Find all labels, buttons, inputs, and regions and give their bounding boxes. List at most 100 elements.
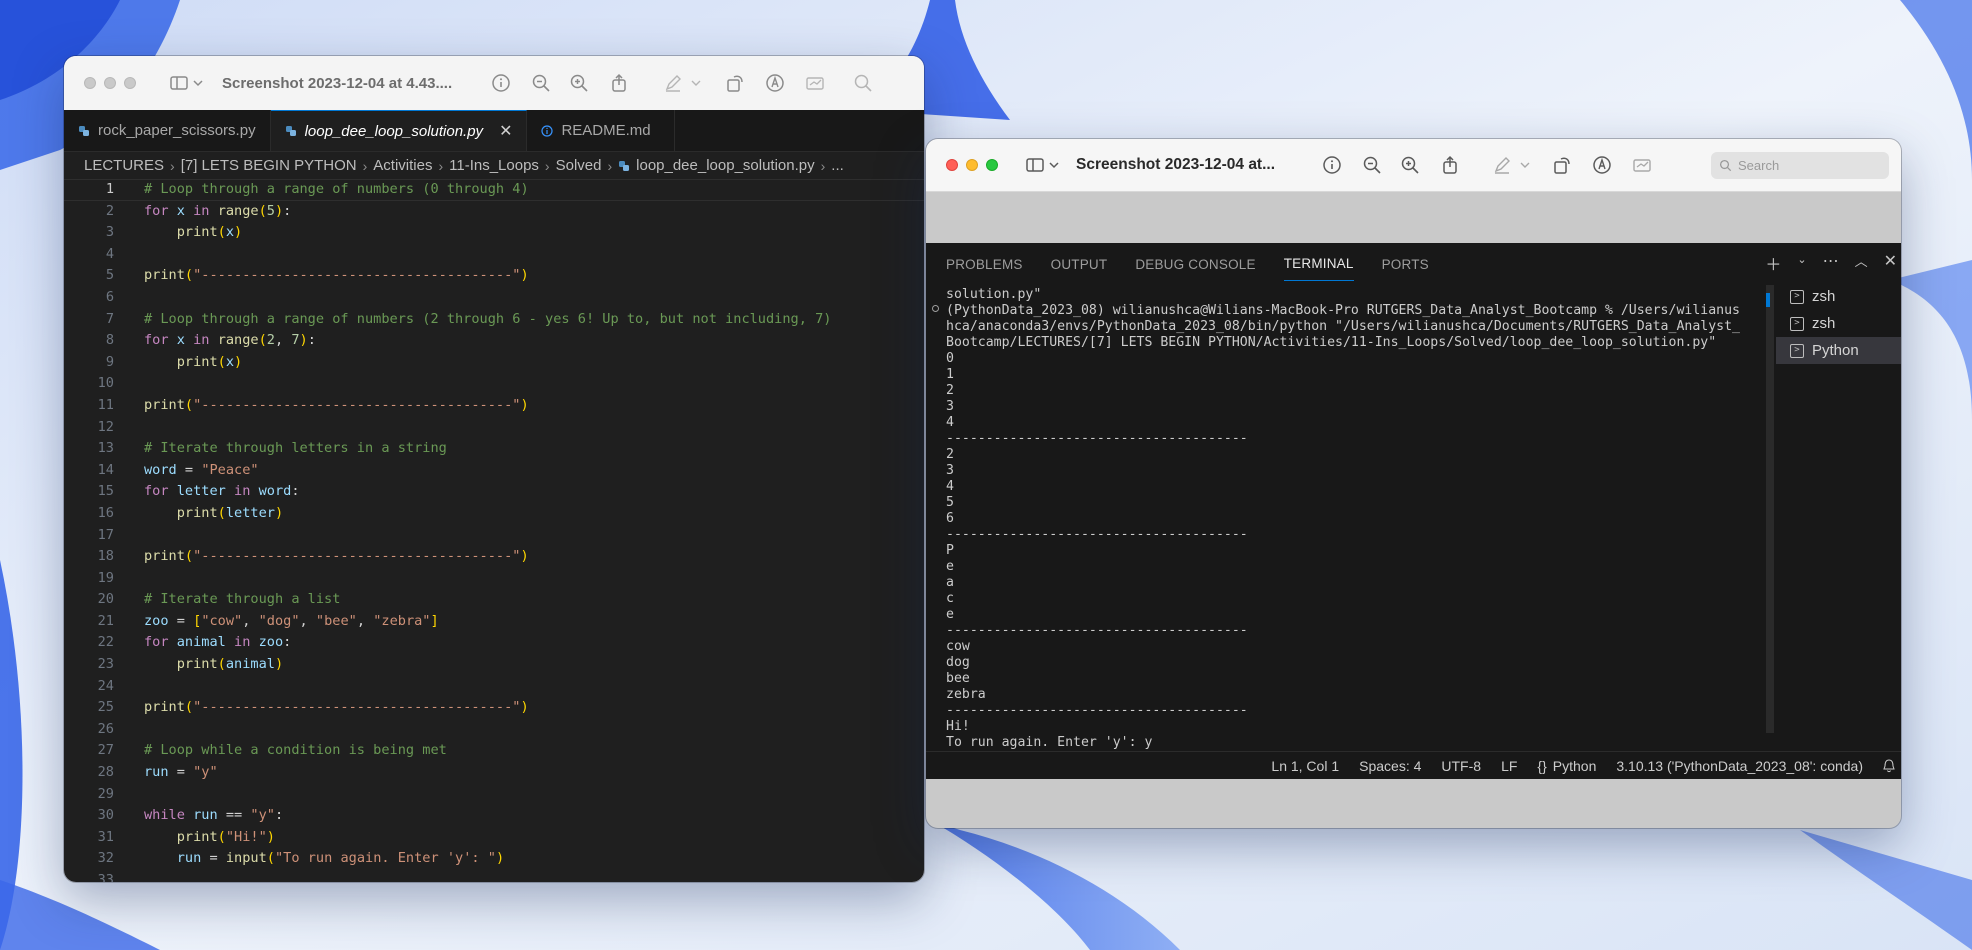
- code-line[interactable]: 14 word = "Peace": [64, 460, 924, 482]
- code-line[interactable]: 28 run = "y": [64, 762, 924, 784]
- breadcrumb-item[interactable]: Solved: [556, 157, 602, 174]
- more-icon[interactable]: ⋯: [1823, 251, 1839, 275]
- code-line[interactable]: 25 print("-------------------------------…: [64, 697, 924, 719]
- signature-icon[interactable]: [1631, 154, 1653, 176]
- code-line[interactable]: 22 for animal in zoo:: [64, 632, 924, 654]
- code-line[interactable]: 31 print("Hi!"): [64, 827, 924, 849]
- terminal-item-zsh[interactable]: > zsh: [1776, 310, 1901, 337]
- status-language[interactable]: {} Python: [1537, 758, 1596, 774]
- window-titlebar[interactable]: Screenshot 2023-12-04 at 4.43....: [64, 56, 924, 110]
- share-icon[interactable]: [608, 72, 630, 94]
- markup-icon[interactable]: [662, 72, 684, 94]
- close-icon[interactable]: ✕: [1884, 251, 1897, 275]
- bell-icon[interactable]: [1883, 758, 1895, 773]
- tab-ports[interactable]: PORTS: [1382, 257, 1429, 281]
- code-line[interactable]: 8 for x in range(2, 7):: [64, 330, 924, 352]
- tab-debug-console[interactable]: DEBUG CONSOLE: [1135, 257, 1255, 281]
- code-line[interactable]: 23 print(animal): [64, 654, 924, 676]
- breadcrumb-item[interactable]: LECTURES: [84, 157, 164, 174]
- breadcrumb-item[interactable]: 11-Ins_Loops: [449, 157, 539, 174]
- code-line[interactable]: 32 run = input("To run again. Enter 'y':…: [64, 848, 924, 870]
- close-window-button[interactable]: [946, 159, 958, 171]
- status-encoding[interactable]: UTF-8: [1441, 758, 1481, 774]
- breadcrumb-item[interactable]: ...: [831, 157, 844, 174]
- code-line[interactable]: 15 for letter in word:: [64, 481, 924, 503]
- zoom-in-icon[interactable]: [1399, 154, 1421, 176]
- code-line[interactable]: 6: [64, 287, 924, 309]
- code-line[interactable]: 24: [64, 676, 924, 698]
- markup-circle-icon[interactable]: [1591, 154, 1613, 176]
- markup-icon[interactable]: [1491, 154, 1513, 176]
- code-line[interactable]: 26: [64, 719, 924, 741]
- code-line[interactable]: 33: [64, 870, 924, 882]
- terminal-item-python[interactable]: > Python: [1776, 337, 1901, 364]
- preview-window-terminal[interactable]: Screenshot 2023-12-04 at... Search PROBL…: [926, 139, 1901, 828]
- code-line[interactable]: 12: [64, 417, 924, 439]
- sidebar-icon[interactable]: [168, 72, 190, 94]
- code-area[interactable]: 1 # Loop through a range of numbers (0 th…: [64, 179, 924, 882]
- tab-loop-dee-loop-solution[interactable]: loop_dee_loop_solution.py ✕: [270, 110, 528, 151]
- status-eol[interactable]: LF: [1501, 758, 1517, 774]
- signature-icon[interactable]: [804, 72, 826, 94]
- code-line[interactable]: 2 for x in range(5):: [64, 201, 924, 223]
- code-line[interactable]: 5 print("--------------------------------…: [64, 265, 924, 287]
- chevron-down-icon[interactable]: [1048, 154, 1060, 176]
- markup-circle-icon[interactable]: [764, 72, 786, 94]
- code-line[interactable]: 13 # Iterate through letters in a string: [64, 438, 924, 460]
- zoom-in-icon[interactable]: [568, 72, 590, 94]
- code-line[interactable]: 10: [64, 373, 924, 395]
- code-editor[interactable]: rock_paper_scissors.py loop_dee_loop_sol…: [64, 110, 924, 882]
- code-line[interactable]: 30 while run == "y":: [64, 805, 924, 827]
- close-tab-icon[interactable]: ✕: [499, 121, 512, 141]
- preview-window-editor[interactable]: Screenshot 2023-12-04 at 4.43.... rock_p…: [64, 56, 924, 882]
- rotate-icon[interactable]: [724, 72, 746, 94]
- chevron-down-icon[interactable]: [690, 72, 702, 94]
- zoom-out-icon[interactable]: [1361, 154, 1383, 176]
- code-line[interactable]: 18 print("-------------------------------…: [64, 546, 924, 568]
- chevron-down-icon[interactable]: [192, 72, 204, 94]
- tab-problems[interactable]: PROBLEMS: [946, 257, 1023, 281]
- minimize-window-button[interactable]: [966, 159, 978, 171]
- search-input[interactable]: Search: [1711, 152, 1889, 179]
- code-line[interactable]: 11 print("-------------------------------…: [64, 395, 924, 417]
- code-line[interactable]: 4: [64, 244, 924, 266]
- sidebar-icon[interactable]: [1024, 154, 1046, 176]
- status-indentation[interactable]: Spaces: 4: [1359, 758, 1421, 774]
- minimize-window-button[interactable]: [104, 77, 116, 89]
- tab-terminal[interactable]: TERMINAL: [1283, 256, 1354, 281]
- plus-icon[interactable]: ＋: [1765, 251, 1781, 275]
- terminal-output[interactable]: solution.py" (PythonData_2023_08) wilianu…: [946, 287, 1776, 750]
- chevron-down-icon[interactable]: ⌄: [1797, 251, 1806, 275]
- zoom-window-button[interactable]: [986, 159, 998, 171]
- tab-rock-paper-scissors[interactable]: rock_paper_scissors.py: [64, 110, 271, 151]
- command-decoration-icon[interactable]: [932, 305, 939, 312]
- status-cursor-position[interactable]: Ln 1, Col 1: [1271, 758, 1339, 774]
- chevron-down-icon[interactable]: [1519, 154, 1531, 176]
- window-titlebar[interactable]: Screenshot 2023-12-04 at... Search: [926, 139, 1901, 192]
- code-line[interactable]: 1 # Loop through a range of numbers (0 th…: [64, 179, 924, 201]
- code-line[interactable]: 17: [64, 525, 924, 547]
- tab-output[interactable]: OUTPUT: [1051, 257, 1108, 281]
- rotate-icon[interactable]: [1551, 154, 1573, 176]
- info-icon[interactable]: [1321, 154, 1343, 176]
- search-icon[interactable]: [852, 72, 874, 94]
- terminal-item-zsh[interactable]: > zsh: [1776, 283, 1901, 310]
- code-line[interactable]: 27 # Loop while a condition is being met: [64, 740, 924, 762]
- code-line[interactable]: 29: [64, 784, 924, 806]
- code-line[interactable]: 16 print(letter): [64, 503, 924, 525]
- breadcrumb-item[interactable]: [7] LETS BEGIN PYTHON: [181, 157, 357, 174]
- code-line[interactable]: 19: [64, 568, 924, 590]
- close-window-button[interactable]: [84, 77, 96, 89]
- breadcrumb-item[interactable]: Activities: [373, 157, 432, 174]
- terminal-panel[interactable]: PROBLEMS OUTPUT DEBUG CONSOLE TERMINAL P…: [926, 243, 1901, 779]
- tab-readme[interactable]: README.md: [527, 110, 676, 151]
- code-line[interactable]: 3 print(x): [64, 222, 924, 244]
- zoom-out-icon[interactable]: [530, 72, 552, 94]
- status-interpreter[interactable]: 3.10.13 ('PythonData_2023_08': conda): [1616, 758, 1863, 774]
- code-line[interactable]: 9 print(x): [64, 352, 924, 374]
- code-line[interactable]: 21 zoo = ["cow", "dog", "bee", "zebra"]: [64, 611, 924, 633]
- chevron-up-icon[interactable]: ︿: [1855, 251, 1868, 275]
- info-icon[interactable]: [490, 72, 512, 94]
- zoom-window-button[interactable]: [124, 77, 136, 89]
- breadcrumb-item[interactable]: loop_dee_loop_solution.py: [636, 157, 814, 174]
